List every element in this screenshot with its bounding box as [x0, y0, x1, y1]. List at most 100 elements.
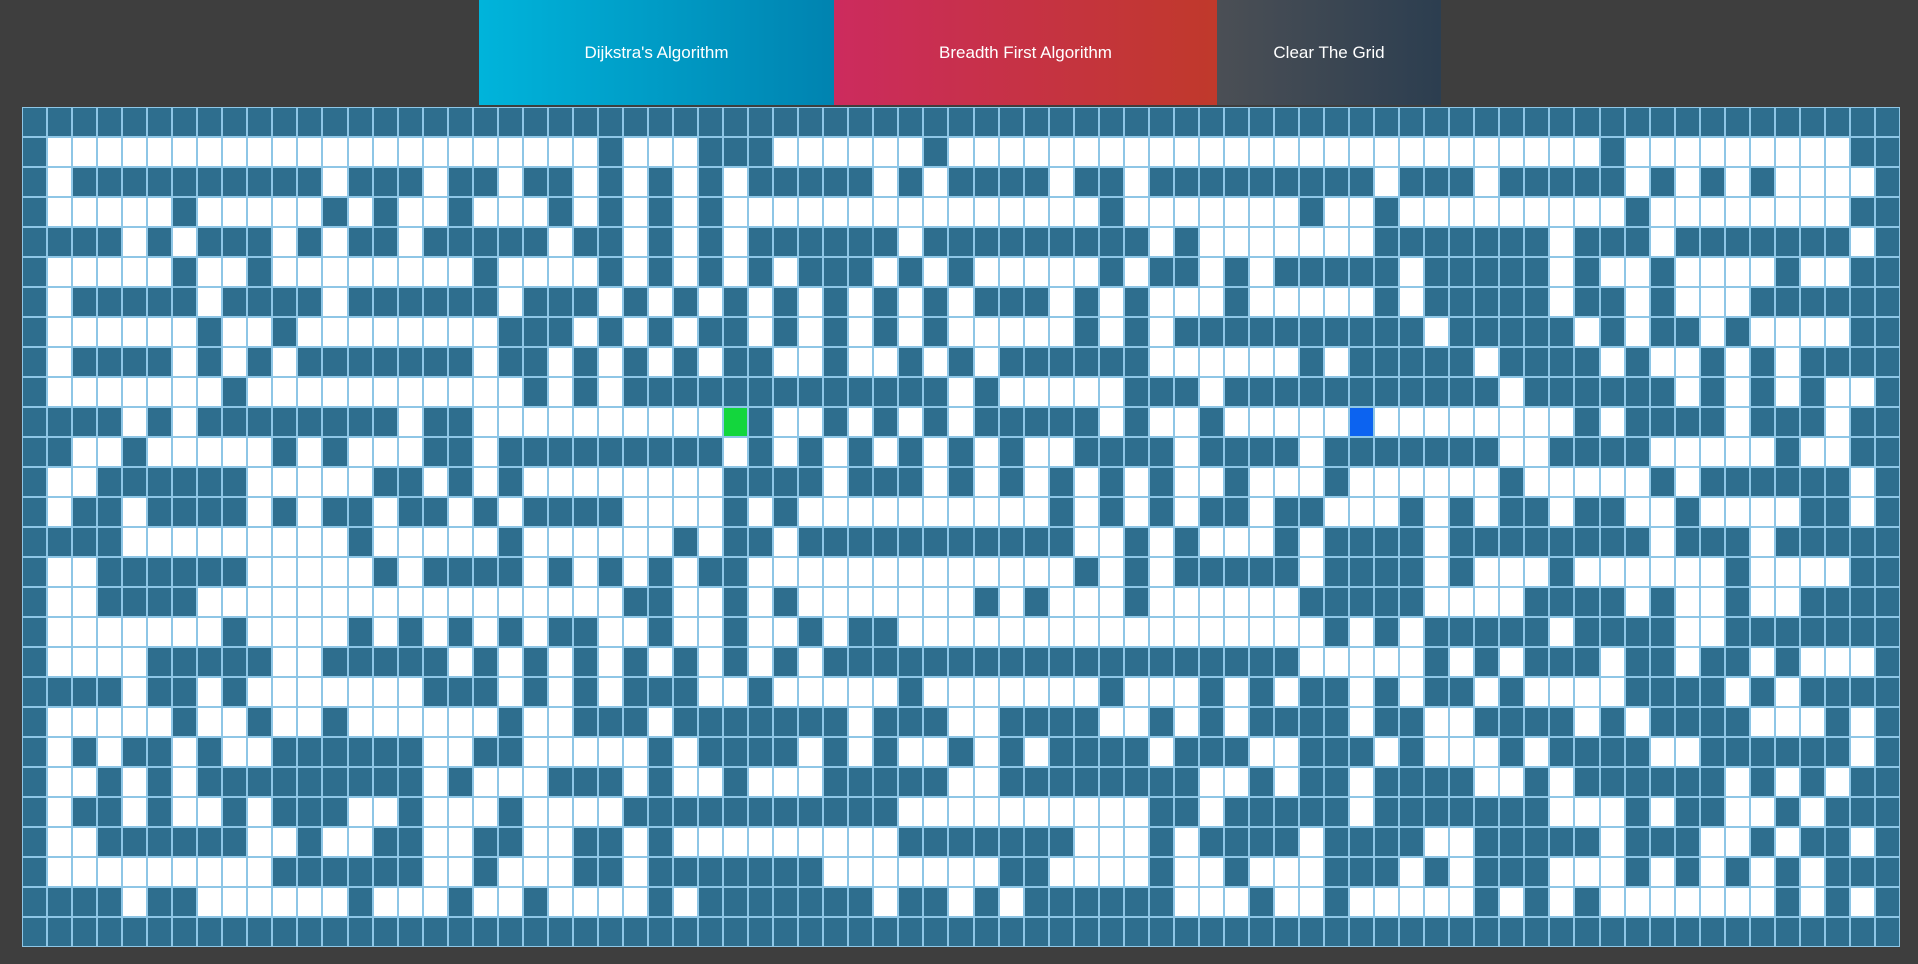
grid-cell[interactable] — [597, 617, 623, 647]
wall-cell[interactable] — [1724, 647, 1750, 677]
grid-cell[interactable] — [1274, 287, 1300, 317]
wall-cell[interactable] — [698, 857, 724, 887]
grid-cell[interactable] — [547, 467, 573, 497]
wall-cell[interactable] — [698, 197, 724, 227]
wall-cell[interactable] — [97, 407, 123, 437]
grid-cell[interactable] — [547, 827, 573, 857]
grid-cell[interactable] — [47, 797, 73, 827]
grid-cell[interactable] — [1148, 557, 1174, 587]
grid-cell[interactable] — [147, 617, 173, 647]
wall-cell[interactable] — [723, 497, 749, 527]
wall-cell[interactable] — [1374, 227, 1400, 257]
end-node-cell[interactable] — [1349, 407, 1375, 437]
wall-cell[interactable] — [1849, 617, 1875, 647]
grid-cell[interactable] — [1123, 797, 1149, 827]
grid-cell[interactable] — [1624, 557, 1650, 587]
wall-cell[interactable] — [1849, 407, 1875, 437]
grid-cell[interactable] — [622, 197, 648, 227]
wall-cell[interactable] — [898, 827, 924, 857]
grid-cell[interactable] — [397, 527, 423, 557]
wall-cell[interactable] — [1123, 287, 1149, 317]
wall-cell[interactable] — [848, 647, 874, 677]
wall-cell[interactable] — [1749, 227, 1775, 257]
grid-cell[interactable] — [247, 587, 273, 617]
wall-cell[interactable] — [648, 857, 674, 887]
grid-cell[interactable] — [1248, 227, 1274, 257]
wall-cell[interactable] — [1073, 767, 1099, 797]
grid-cell[interactable] — [272, 587, 298, 617]
wall-cell[interactable] — [1098, 227, 1124, 257]
grid-cell[interactable] — [1424, 527, 1450, 557]
grid-cell[interactable] — [798, 497, 824, 527]
wall-cell[interactable] — [547, 437, 573, 467]
grid-cell[interactable] — [1624, 587, 1650, 617]
grid-cell[interactable] — [1324, 227, 1350, 257]
grid-cell[interactable] — [322, 317, 348, 347]
grid-cell[interactable] — [873, 257, 899, 287]
grid-cell[interactable] — [1023, 467, 1049, 497]
grid-cell[interactable] — [973, 617, 999, 647]
wall-cell[interactable] — [97, 557, 123, 587]
grid-cell[interactable] — [97, 197, 123, 227]
grid-cell[interactable] — [1299, 227, 1325, 257]
grid-cell[interactable] — [597, 407, 623, 437]
wall-cell[interactable] — [172, 167, 198, 197]
grid-cell[interactable] — [1073, 137, 1099, 167]
wall-cell[interactable] — [472, 497, 498, 527]
wall-cell[interactable] — [1299, 737, 1325, 767]
wall-cell[interactable] — [1248, 107, 1274, 137]
wall-cell[interactable] — [72, 737, 98, 767]
wall-cell[interactable] — [723, 707, 749, 737]
wall-cell[interactable] — [1549, 827, 1575, 857]
wall-cell[interactable] — [1374, 767, 1400, 797]
grid-cell[interactable] — [47, 707, 73, 737]
wall-cell[interactable] — [1474, 287, 1500, 317]
grid-cell[interactable] — [47, 317, 73, 347]
grid-cell[interactable] — [848, 587, 874, 617]
wall-cell[interactable] — [472, 677, 498, 707]
wall-cell[interactable] — [1624, 107, 1650, 137]
wall-cell[interactable] — [372, 647, 398, 677]
wall-cell[interactable] — [1624, 917, 1650, 947]
wall-cell[interactable] — [22, 257, 48, 287]
grid-cell[interactable] — [1499, 887, 1525, 917]
wall-cell[interactable] — [322, 917, 348, 947]
wall-cell[interactable] — [622, 107, 648, 137]
wall-cell[interactable] — [1349, 737, 1375, 767]
wall-cell[interactable] — [948, 257, 974, 287]
wall-cell[interactable] — [1649, 407, 1675, 437]
wall-cell[interactable] — [297, 917, 323, 947]
wall-cell[interactable] — [122, 917, 148, 947]
grid-cell[interactable] — [1349, 197, 1375, 227]
grid-cell[interactable] — [1749, 647, 1775, 677]
wall-cell[interactable] — [1624, 857, 1650, 887]
wall-cell[interactable] — [1599, 497, 1625, 527]
wall-cell[interactable] — [347, 887, 373, 917]
wall-cell[interactable] — [1299, 107, 1325, 137]
wall-cell[interactable] — [1223, 917, 1249, 947]
grid-cell[interactable] — [1674, 167, 1700, 197]
grid-cell[interactable] — [72, 317, 98, 347]
wall-cell[interactable] — [1374, 107, 1400, 137]
wall-cell[interactable] — [848, 467, 874, 497]
grid-cell[interactable] — [1173, 497, 1199, 527]
grid-cell[interactable] — [322, 677, 348, 707]
grid-cell[interactable] — [1123, 497, 1149, 527]
grid-cell[interactable] — [247, 317, 273, 347]
grid-cell[interactable] — [1173, 197, 1199, 227]
grid-cell[interactable] — [1399, 887, 1425, 917]
grid-cell[interactable] — [197, 377, 223, 407]
wall-cell[interactable] — [72, 287, 98, 317]
grid-cell[interactable] — [1574, 317, 1600, 347]
wall-cell[interactable] — [1874, 617, 1900, 647]
wall-cell[interactable] — [723, 347, 749, 377]
grid-cell[interactable] — [998, 557, 1024, 587]
wall-cell[interactable] — [547, 107, 573, 137]
wall-cell[interactable] — [673, 347, 699, 377]
wall-cell[interactable] — [1599, 587, 1625, 617]
grid-cell[interactable] — [122, 527, 148, 557]
wall-cell[interactable] — [1524, 647, 1550, 677]
grid-cell[interactable] — [1799, 257, 1825, 287]
grid-cell[interactable] — [1274, 617, 1300, 647]
grid-cell[interactable] — [1724, 257, 1750, 287]
